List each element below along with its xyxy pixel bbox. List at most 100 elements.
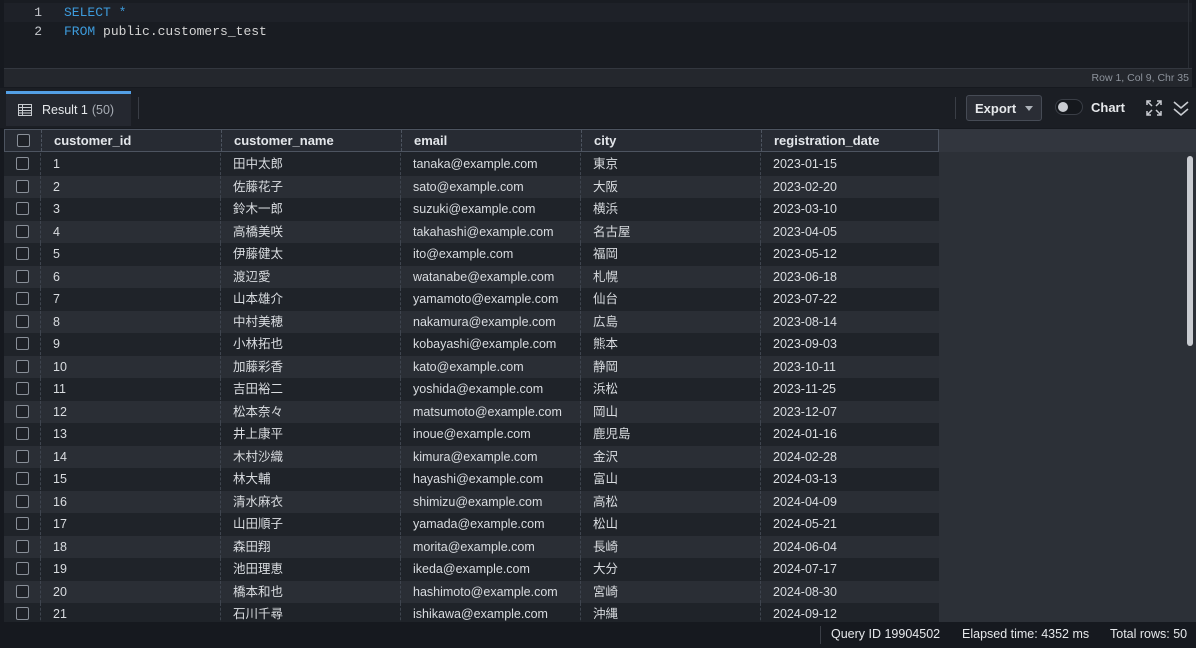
table-row[interactable]: 16 清水麻衣 shimizu@example.com 高松 2024-04-09 [4,490,939,513]
export-button[interactable]: Export [966,95,1042,121]
table-row[interactable]: 9 小林拓也 kobayashi@example.com 熊本 2023-09-03 [4,333,939,356]
cell-customer-id[interactable]: 21 [40,603,220,622]
row-checkbox[interactable] [16,472,29,485]
cell-registration-date[interactable]: 2024-02-28 [760,445,938,468]
row-checkbox[interactable] [16,494,29,508]
cell-customer-name[interactable]: 伊藤健太 [220,243,400,265]
row-checkbox[interactable] [16,427,29,440]
cell-customer-id[interactable]: 1 [40,153,220,175]
cell-customer-id[interactable]: 16 [40,490,220,513]
cell-registration-date[interactable]: 2024-04-09 [760,490,938,513]
cell-customer-name[interactable]: 林大輔 [220,468,400,490]
column-header-registration-date[interactable]: registration_date [761,130,939,151]
sql-editor[interactable]: 1 SELECT * 2 FROM public.customers_test [4,0,1192,68]
cell-registration-date[interactable]: 2023-07-22 [760,288,938,310]
row-checkbox[interactable] [16,562,29,575]
row-checkbox[interactable] [16,202,29,215]
select-all-checkbox[interactable] [17,134,30,147]
cell-customer-name[interactable]: 吉田裕二 [220,378,400,400]
expand-icon[interactable] [1146,100,1162,116]
cell-city[interactable]: 福岡 [580,243,760,265]
row-checkbox[interactable] [16,337,29,350]
row-checkbox[interactable] [16,314,29,328]
column-header-city[interactable]: city [581,130,761,151]
cell-city[interactable]: 長崎 [580,535,760,558]
cell-customer-name[interactable]: 池田理恵 [220,558,400,580]
row-checkbox[interactable] [16,449,29,463]
cell-email[interactable]: yoshida@example.com [400,378,580,400]
cell-customer-id[interactable]: 17 [40,513,220,535]
cell-city[interactable]: 仙台 [580,288,760,310]
cell-email[interactable]: ikeda@example.com [400,558,580,580]
cell-email[interactable]: tanaka@example.com [400,153,580,175]
cell-city[interactable]: 岡山 [580,400,760,423]
cell-registration-date[interactable]: 2023-08-14 [760,310,938,333]
column-header-customer-name[interactable]: customer_name [221,130,401,151]
cell-customer-name[interactable]: 井上康平 [220,423,400,445]
table-row[interactable]: 1 田中太郎 tanaka@example.com 東京 2023-01-15 [4,153,939,176]
cell-email[interactable]: hashimoto@example.com [400,580,580,603]
cell-customer-id[interactable]: 13 [40,423,220,445]
cell-email[interactable]: ito@example.com [400,243,580,265]
cell-city[interactable]: 大分 [580,558,760,580]
cell-email[interactable]: kobayashi@example.com [400,333,580,355]
cell-customer-id[interactable]: 5 [40,243,220,265]
cell-city[interactable]: 名古屋 [580,220,760,243]
table-row[interactable]: 18 森田翔 morita@example.com 長崎 2024-06-04 [4,535,939,558]
cell-email[interactable]: yamamoto@example.com [400,288,580,310]
cell-email[interactable]: nakamura@example.com [400,310,580,333]
cell-customer-id[interactable]: 18 [40,535,220,558]
cell-city[interactable]: 沖縄 [580,603,760,622]
cell-registration-date[interactable]: 2024-09-12 [760,603,938,622]
table-row[interactable]: 8 中村美穂 nakamura@example.com 広島 2023-08-14 [4,310,939,333]
table-row[interactable]: 14 木村沙織 kimura@example.com 金沢 2024-02-28 [4,445,939,468]
table-row[interactable]: 3 鈴木一郎 suzuki@example.com 横浜 2023-03-10 [4,198,939,221]
cell-registration-date[interactable]: 2023-02-20 [760,175,938,198]
cell-customer-id[interactable]: 11 [40,378,220,400]
row-checkbox[interactable] [16,517,29,530]
cell-registration-date[interactable]: 2023-09-03 [760,333,938,355]
cell-registration-date[interactable]: 2023-12-07 [760,400,938,423]
row-checkbox[interactable] [16,359,29,373]
cell-customer-id[interactable]: 19 [40,558,220,580]
cell-customer-name[interactable]: 渡辺愛 [220,265,400,288]
row-checkbox[interactable] [16,157,29,170]
table-row[interactable]: 20 橋本和也 hashimoto@example.com 宮崎 2024-08-30 [4,580,939,603]
row-checkbox[interactable] [16,292,29,305]
cell-customer-name[interactable]: 清水麻衣 [220,490,400,513]
cell-email[interactable]: inoue@example.com [400,423,580,445]
cell-email[interactable]: kato@example.com [400,355,580,378]
table-row[interactable]: 15 林大輔 hayashi@example.com 富山 2024-03-13 [4,468,939,491]
cell-registration-date[interactable]: 2024-01-16 [760,423,938,445]
table-row[interactable]: 13 井上康平 inoue@example.com 鹿児島 2024-01-16 [4,423,939,446]
cell-email[interactable]: shimizu@example.com [400,490,580,513]
row-checkbox[interactable] [16,404,29,418]
row-checkbox[interactable] [16,382,29,395]
table-row[interactable]: 17 山田順子 yamada@example.com 松山 2024-05-21 [4,513,939,536]
cell-customer-name[interactable]: 小林拓也 [220,333,400,355]
row-checkbox[interactable] [16,247,29,260]
cell-email[interactable]: watanabe@example.com [400,265,580,288]
row-checkbox[interactable] [16,607,29,620]
cell-email[interactable]: matsumoto@example.com [400,400,580,423]
cell-city[interactable]: 静岡 [580,355,760,378]
cell-email[interactable]: morita@example.com [400,535,580,558]
cell-customer-name[interactable]: 森田翔 [220,535,400,558]
cell-city[interactable]: 鹿児島 [580,423,760,445]
row-checkbox[interactable] [16,179,29,193]
cell-customer-id[interactable]: 7 [40,288,220,310]
cell-email[interactable]: kimura@example.com [400,445,580,468]
cell-registration-date[interactable]: 2024-03-13 [760,468,938,490]
cell-customer-name[interactable]: 橋本和也 [220,580,400,603]
vertical-scrollbar[interactable] [1187,156,1193,346]
cell-email[interactable]: sato@example.com [400,175,580,198]
cell-registration-date[interactable]: 2023-05-12 [760,243,938,265]
cell-customer-name[interactable]: 山本雄介 [220,288,400,310]
cell-customer-name[interactable]: 木村沙織 [220,445,400,468]
cell-city[interactable]: 熊本 [580,333,760,355]
cell-customer-id[interactable]: 8 [40,310,220,333]
table-row[interactable]: 2 佐藤花子 sato@example.com 大阪 2023-02-20 [4,175,939,198]
cell-customer-id[interactable]: 3 [40,198,220,220]
cell-registration-date[interactable]: 2024-06-04 [760,535,938,558]
cell-city[interactable]: 横浜 [580,198,760,220]
